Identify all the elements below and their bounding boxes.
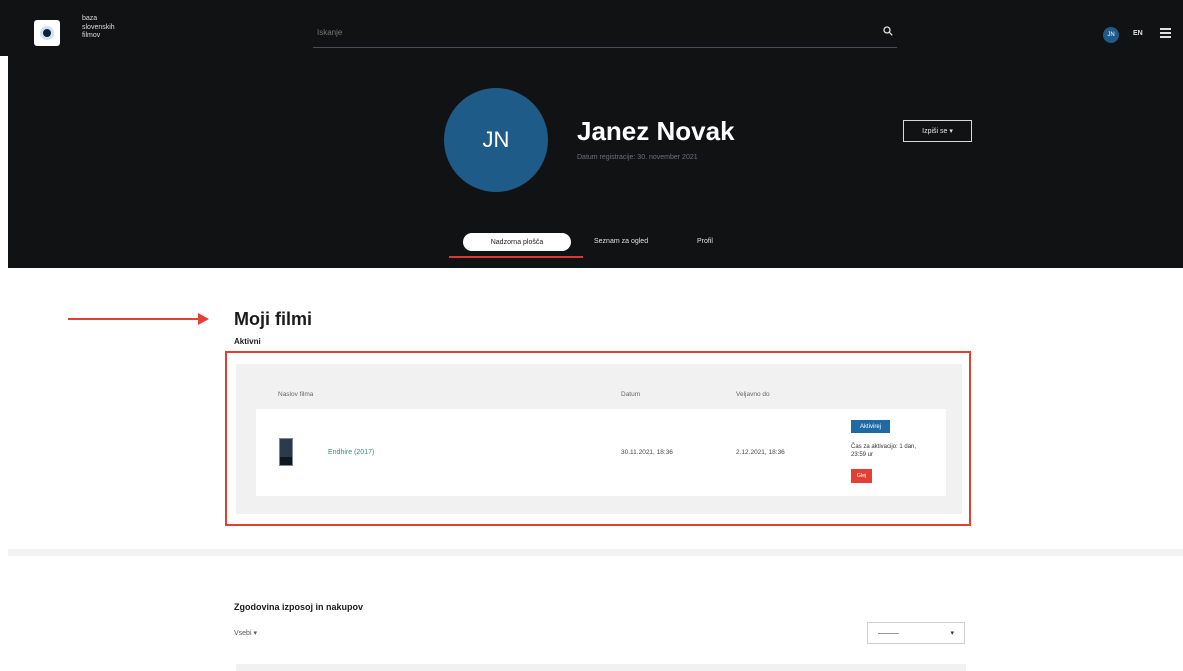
annotation-arrow-head	[198, 313, 209, 325]
language-switch[interactable]: EN	[1133, 30, 1143, 37]
profile-header	[8, 56, 1183, 268]
annotation-highlight-box	[225, 351, 971, 526]
search-bar	[313, 22, 897, 48]
tab-watchlist[interactable]: Seznam za ogled	[594, 238, 648, 245]
chevron-down-icon: ▾	[950, 630, 954, 637]
profile-name: Janez Novak	[577, 116, 735, 146]
hamburger-menu-icon[interactable]	[1160, 28, 1171, 38]
tab-dashboard[interactable]: Nadzorna plošča	[463, 233, 571, 251]
profile-avatar: JN	[444, 88, 548, 192]
logout-button[interactable]: Izpiši se ▾	[903, 120, 972, 142]
history-sort-select[interactable]: ——— ▾	[867, 622, 965, 644]
history-filter-link[interactable]: Vsebi ▾	[234, 629, 257, 637]
user-avatar-button[interactable]: JN	[1103, 27, 1119, 43]
search-icon[interactable]	[883, 26, 893, 36]
logo-line-1: baza	[82, 15, 98, 22]
logo-line-3: filmov	[82, 32, 101, 39]
section-title: Moji filmi	[234, 309, 312, 329]
section-divider	[8, 549, 1183, 556]
logo-mark	[40, 26, 54, 40]
search-input[interactable]	[313, 22, 853, 43]
select-value: ———	[878, 629, 899, 637]
top-navigation-bar: baza slovenskih filmov JN EN	[0, 0, 1183, 56]
tab-profile[interactable]: Profil	[697, 238, 713, 245]
logo-line-2: slovenskih	[82, 23, 115, 31]
active-tab-underline	[449, 256, 583, 258]
registration-date: Datum registracije: 30. november 2021	[577, 154, 698, 161]
logo-text[interactable]: baza slovenskih filmov	[82, 15, 115, 41]
section-subtitle: Aktivni	[234, 337, 261, 346]
history-table-panel	[236, 664, 966, 671]
logo-icon[interactable]	[34, 20, 60, 46]
annotation-arrow-line	[68, 318, 200, 320]
history-title: Zgodovina izposoj in nakupov	[234, 602, 364, 612]
